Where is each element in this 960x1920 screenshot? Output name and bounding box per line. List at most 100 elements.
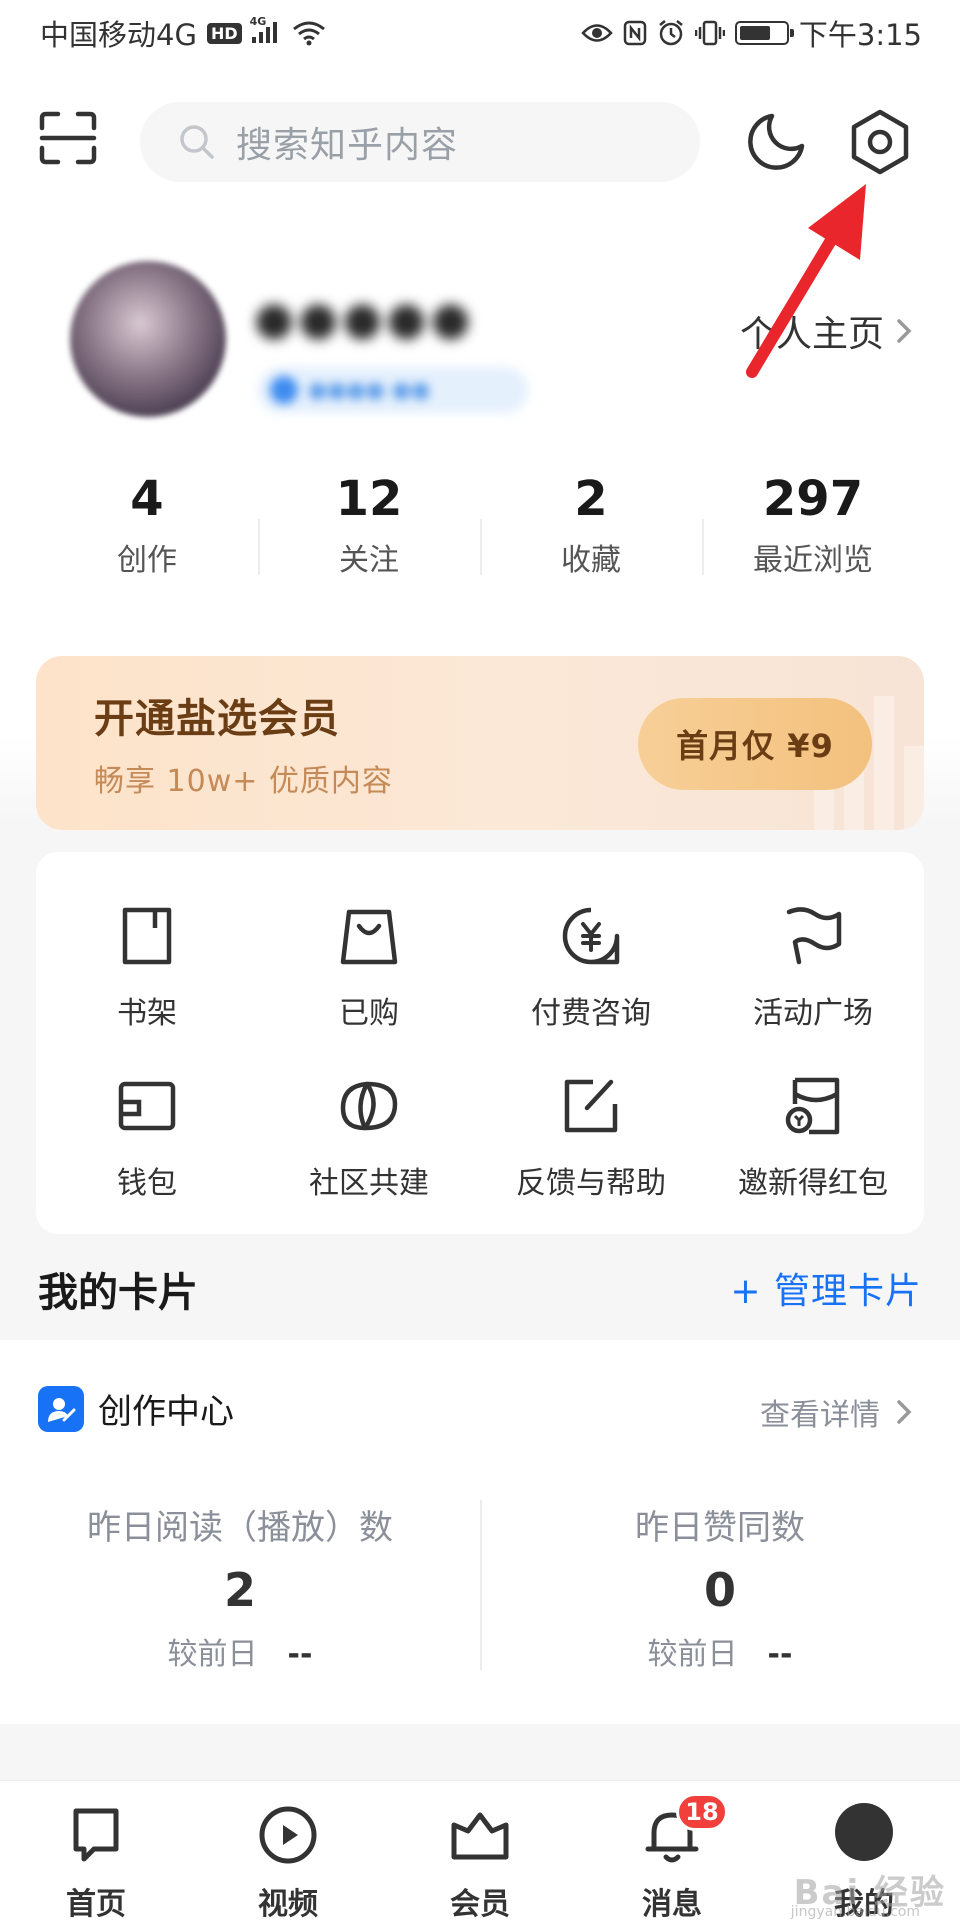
bookshelf-icon	[122, 907, 172, 965]
creator-center-icon	[38, 1385, 84, 1432]
eye-icon	[581, 24, 613, 42]
vip-banner[interactable]: 开通盐选会员 畅享 10w+ 优质内容 首月仅 ¥9	[36, 656, 924, 830]
profile-header[interactable]: ●●●●● ●●●● ●● 个人主页	[0, 261, 960, 441]
username-blurred: ●●●●●	[254, 291, 475, 345]
search-icon	[180, 125, 214, 159]
creator-stat-label: 昨日阅读（播放）数	[87, 1508, 393, 1548]
tool-bookshelf[interactable]: 书架	[36, 904, 258, 1032]
tool-label: 邀新得红包	[738, 1166, 888, 1201]
homepage-link[interactable]: 个人主页	[740, 305, 912, 357]
stat-following[interactable]: 12 关注	[258, 471, 480, 581]
shopping-bag-icon	[340, 909, 398, 965]
badge-dot	[270, 376, 298, 404]
creator-stat-compare: 较前日 --	[480, 1629, 960, 1673]
creator-center-card[interactable]: 创作中心 查看详情 昨日阅读（播放）数 2 较前日 -- 昨日赞同数 0 较前日 -…	[0, 1340, 960, 1724]
vip-subtitle: 畅享 10w+ 优质内容	[94, 764, 393, 799]
tool-community[interactable]: 社区共建	[258, 1074, 480, 1202]
view-details-label: 查看详情	[760, 1398, 880, 1433]
stat-value: 12	[335, 471, 403, 527]
status-bar: 中国移动4G HD 4G 下午3:15	[0, 0, 960, 66]
stat-value: 4	[130, 471, 164, 527]
status-right: 下午3:15	[581, 12, 922, 54]
compare-value: --	[767, 1637, 793, 1672]
community-icon	[340, 1081, 398, 1131]
avatar[interactable]	[70, 261, 226, 417]
vip-cta-button[interactable]: 首月仅 ¥9	[638, 698, 872, 790]
stat-value: 2	[574, 471, 608, 527]
creator-stats: 昨日阅读（播放）数 2 较前日 -- 昨日赞同数 0 较前日 --	[0, 1500, 960, 1680]
avatar	[835, 1803, 893, 1861]
settings-gear-icon[interactable]	[848, 108, 912, 176]
search-row: 搜索知乎内容	[0, 102, 960, 182]
carrier-text: 中国移动4G	[40, 18, 197, 52]
creator-center-title: 创作中心	[98, 1392, 234, 1432]
crown-icon	[451, 1812, 509, 1860]
flag-icon	[786, 907, 842, 965]
signal-icon: 4G	[250, 15, 282, 45]
view-details-link[interactable]: 查看详情	[760, 1390, 912, 1434]
creator-stat-reads: 昨日阅读（播放）数 2 较前日 --	[0, 1500, 480, 1680]
alarm-icon	[659, 20, 683, 46]
tool-paid-consult[interactable]: 付费咨询	[480, 904, 702, 1032]
tool-feedback[interactable]: 反馈与帮助	[480, 1074, 702, 1202]
tool-label: 钱包	[117, 1166, 177, 1201]
badge-text: ●●●● ●●	[308, 377, 431, 403]
status-left: 中国移动4G HD 4G	[40, 12, 326, 54]
tool-label: 活动广场	[753, 996, 873, 1031]
paid-consult-icon	[562, 907, 620, 965]
stat-value: 297	[762, 471, 864, 527]
tab-video[interactable]: 视频	[192, 1781, 384, 1920]
creator-stat-value: 2	[223, 1563, 256, 1617]
tool-wallet[interactable]: 钱包	[36, 1074, 258, 1202]
user-badge-blurred: ●●●● ●●	[258, 367, 528, 413]
chevron-right-icon	[897, 1400, 912, 1424]
creator-center-header: 创作中心	[38, 1384, 234, 1433]
creator-stat-label: 昨日赞同数	[635, 1508, 805, 1548]
scan-icon[interactable]	[38, 110, 98, 166]
compare-value: --	[287, 1637, 313, 1672]
tab-label: 消息	[642, 1887, 702, 1920]
wallet-icon	[118, 1081, 176, 1131]
tab-vip[interactable]: 会员	[384, 1781, 576, 1920]
tool-label: 已购	[339, 996, 399, 1031]
tool-activity-square[interactable]: 活动广场	[702, 904, 924, 1032]
tools-grid: 书架 已购 付费咨询 活动广场 钱包 社区共建 反馈与帮助 邀新得红包	[36, 852, 924, 1234]
my-cards-header: 我的卡片 + 管理卡片	[0, 1234, 960, 1340]
nfc-icon	[623, 20, 647, 46]
tool-invite-red-packet[interactable]: 邀新得红包	[702, 1074, 924, 1202]
compare-label: 较前日	[167, 1637, 258, 1672]
search-placeholder: 搜索知乎内容	[236, 125, 459, 166]
stats-row: 4 创作 12 关注 2 收藏 297 最近浏览	[36, 471, 924, 581]
tab-label: 视频	[258, 1887, 318, 1920]
my-cards-title: 我的卡片	[38, 1270, 198, 1316]
tab-label: 首页	[66, 1887, 126, 1920]
stat-label: 创作	[117, 543, 177, 578]
creator-stat-value: 0	[703, 1563, 736, 1617]
stat-label: 关注	[339, 543, 399, 578]
wifi-icon	[292, 21, 325, 46]
stat-creations[interactable]: 4 创作	[36, 471, 258, 581]
manage-cards-button[interactable]: + 管理卡片	[730, 1262, 922, 1314]
tab-messages[interactable]: 18 消息	[576, 1781, 768, 1920]
search-input[interactable]: 搜索知乎内容	[140, 102, 700, 182]
tool-label: 反馈与帮助	[516, 1166, 666, 1201]
status-time: 下午3:15	[798, 18, 922, 52]
creator-stat-upvotes: 昨日赞同数 0 较前日 --	[480, 1500, 960, 1680]
red-packet-icon	[785, 1077, 840, 1135]
creator-stat-compare: 较前日 --	[0, 1629, 480, 1673]
night-mode-icon[interactable]	[744, 110, 808, 174]
stat-label: 最近浏览	[753, 543, 873, 578]
tool-label: 付费咨询	[531, 996, 651, 1031]
watermark-url: jingyan.baidu.com	[790, 1904, 920, 1920]
feedback-icon	[564, 1079, 618, 1133]
tab-home[interactable]: 首页	[0, 1781, 192, 1920]
tool-purchased[interactable]: 已购	[258, 904, 480, 1032]
tab-label: 会员	[450, 1887, 510, 1920]
homepage-label: 个人主页	[739, 314, 884, 355]
video-play-icon	[259, 1806, 317, 1864]
vibrate-icon	[694, 20, 725, 46]
hd-badge: HD	[206, 22, 242, 44]
stat-recent-views[interactable]: 297 最近浏览	[702, 471, 924, 581]
stat-favorites[interactable]: 2 收藏	[480, 471, 702, 581]
tool-label: 书架	[117, 996, 177, 1031]
